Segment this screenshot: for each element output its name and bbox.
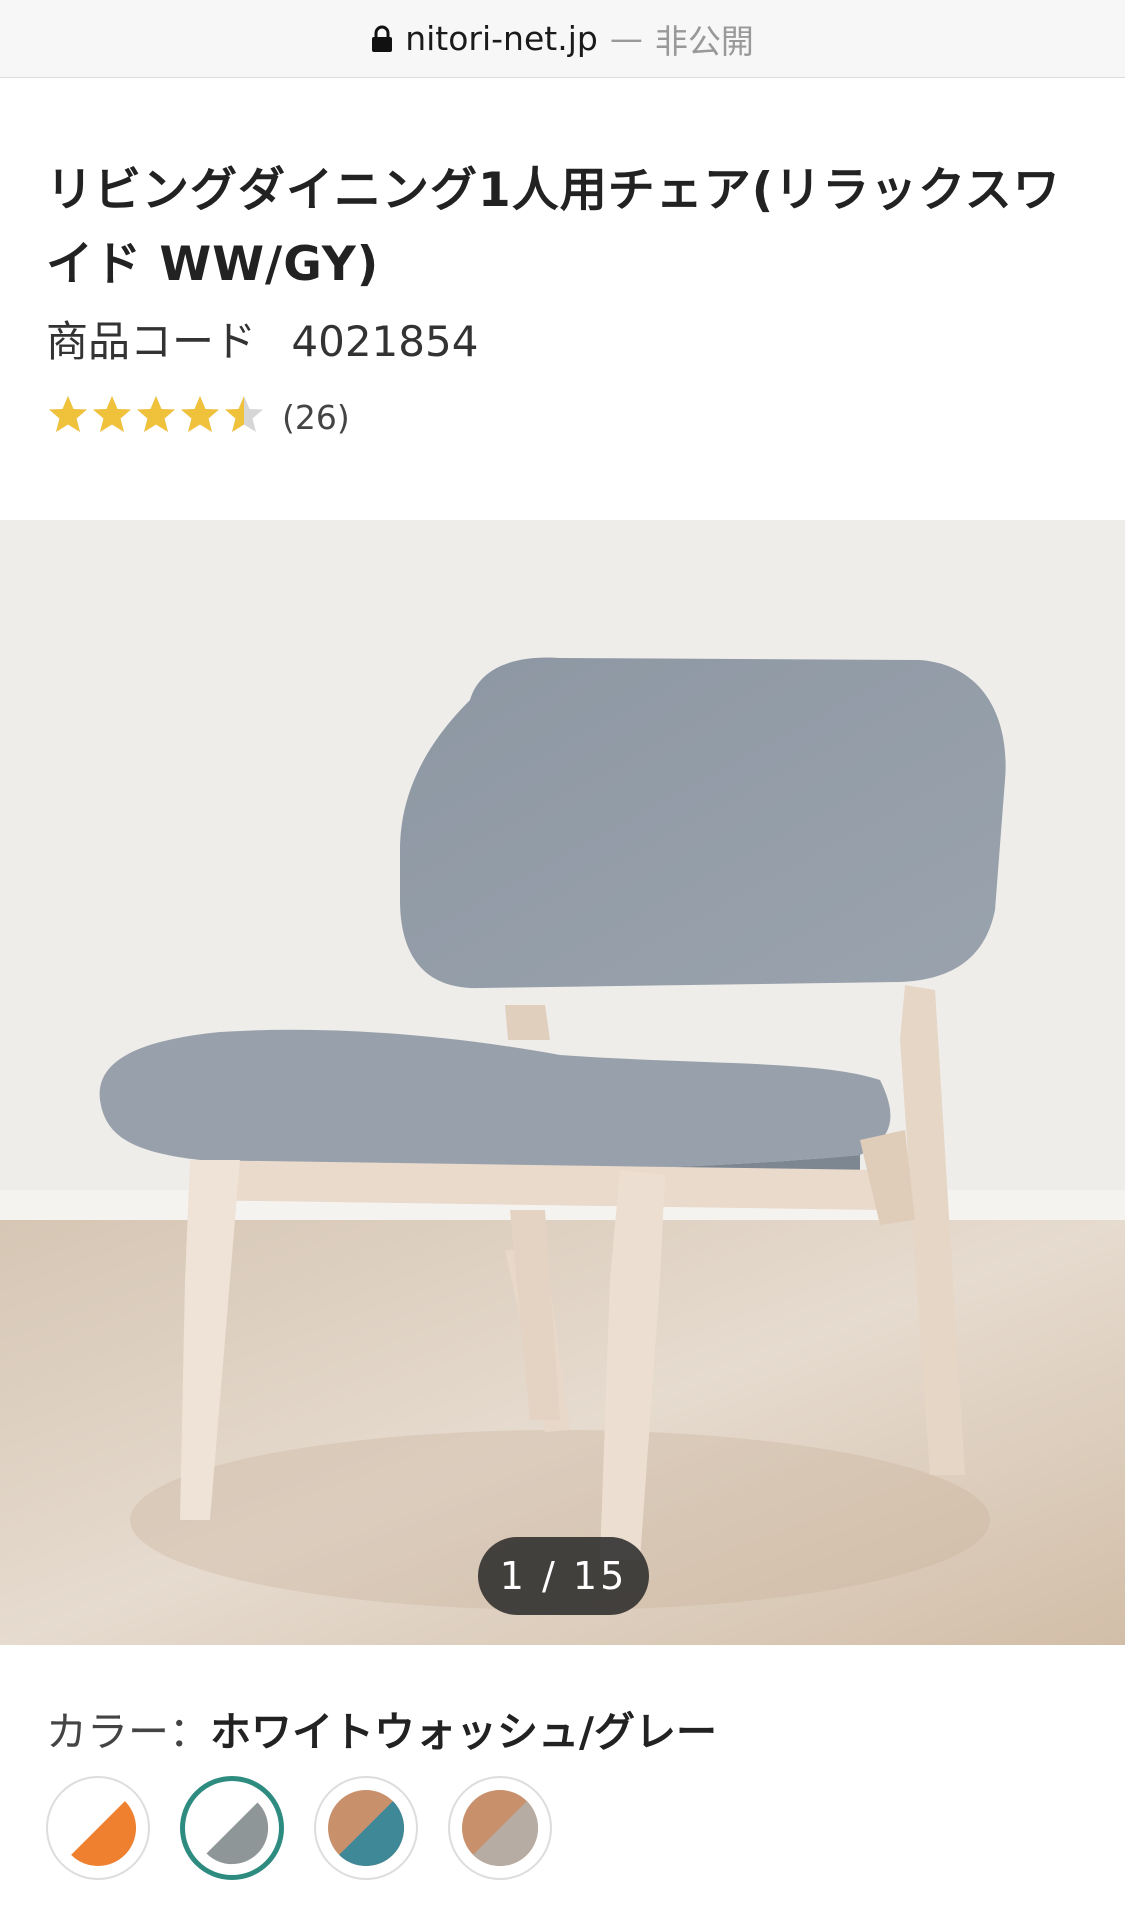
color-swatch-brown-teal[interactable] — [314, 1776, 418, 1880]
url-separator: — — [609, 19, 643, 58]
star-icon — [181, 396, 219, 432]
url-domain: nitori-net.jp — [405, 19, 598, 58]
star-icon — [49, 396, 87, 432]
color-swatch-orange[interactable] — [46, 1776, 150, 1880]
gallery-counter: 1 / 15 — [478, 1537, 649, 1615]
color-swatch-brown-beige[interactable] — [448, 1776, 552, 1880]
color-selected-value: ホワイトウォッシュ/グレー — [210, 1708, 717, 1756]
star-icon — [93, 396, 131, 432]
color-swatch-icon — [328, 1790, 405, 1867]
color-swatch-icon — [60, 1790, 137, 1867]
product-code-label: 商品コード — [46, 317, 257, 366]
star-icon — [137, 396, 175, 432]
review-count[interactable]: (26) — [282, 398, 350, 437]
url-status: 非公開 — [654, 21, 754, 61]
rating[interactable]: (26) — [46, 395, 1079, 439]
color-swatches — [46, 1776, 552, 1880]
color-swatch-icon — [195, 1791, 269, 1865]
star-icon — [225, 396, 263, 432]
color-swatch-icon — [462, 1790, 539, 1867]
rating-stars — [46, 393, 266, 441]
product-image-gallery[interactable] — [0, 520, 1125, 1645]
color-selection: カラー：ホワイトウォッシュ/グレー — [46, 1698, 717, 1758]
product-code-value: 4021854 — [291, 317, 479, 366]
chair-image — [0, 520, 1125, 1645]
address-bar[interactable]: nitori-net.jp — 非公開 — [0, 0, 1125, 78]
color-swatch-white-wash-gray[interactable] — [180, 1776, 284, 1880]
color-label: カラー： — [46, 1708, 210, 1756]
product-title: リビングダイニング1人用チェア(リラックスワイド WW/GY) — [46, 163, 1061, 292]
lock-icon — [372, 25, 393, 52]
product-code: 商品コード 4021854 — [46, 308, 1079, 369]
